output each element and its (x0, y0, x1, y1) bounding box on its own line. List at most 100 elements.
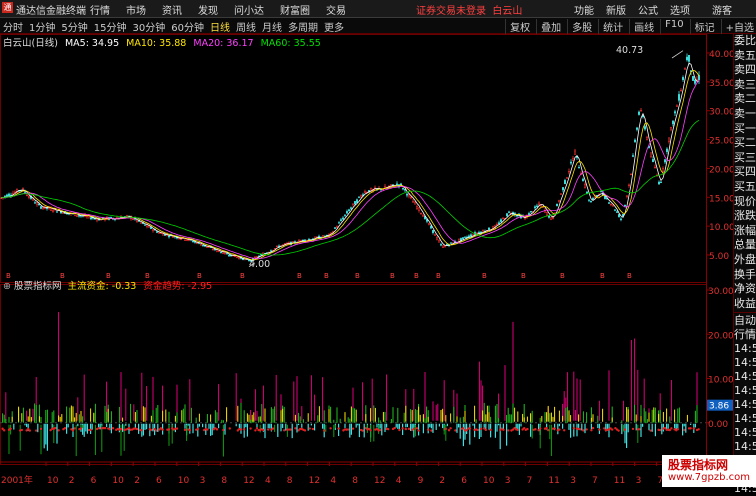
candle-body (488, 227, 490, 231)
candle-body (562, 187, 564, 191)
candle-body (422, 215, 424, 217)
candle-body (688, 54, 690, 62)
trend-dot (534, 428, 537, 431)
time-tick-label: 3 (505, 476, 511, 486)
tool-button-2[interactable]: 多股 (567, 19, 592, 34)
candle-body (664, 159, 666, 163)
trend-dot (489, 428, 492, 432)
period-tab-0[interactable]: 分时 (3, 19, 23, 34)
candle-body (384, 186, 386, 189)
menu-item-xinban[interactable]: 新版 (606, 2, 626, 17)
candle-body (534, 206, 536, 209)
tick-row-1[interactable]: 行情 (734, 328, 756, 342)
app-logo-icon: 通 (2, 2, 13, 13)
trend-dot (351, 427, 355, 430)
ma-legend-2: MA20: 36.17 (193, 38, 257, 49)
period-tab-10[interactable]: 更多 (324, 19, 344, 34)
low-price-label: 4.00 (249, 259, 271, 270)
stock-link[interactable]: 白云山 (492, 6, 522, 17)
trend-dot (323, 429, 326, 432)
candle-body (400, 183, 402, 185)
tool-button-6[interactable]: 标记 (689, 19, 715, 34)
candle-body (418, 207, 420, 211)
trend-dot (631, 427, 635, 431)
candle-body (618, 214, 620, 218)
candle-body (186, 239, 188, 241)
trend-dot (222, 428, 225, 432)
tick-row-0[interactable]: 自动 (734, 314, 756, 328)
menu-item-hangqing[interactable]: 行情 (90, 2, 110, 17)
menu-item-wenxiaoda[interactable]: 问小达 (234, 2, 264, 17)
candle-body (158, 232, 160, 234)
tool-button-4[interactable]: 画线 (629, 19, 654, 34)
trend-dot (249, 427, 252, 430)
quote-field-16: 换手 (734, 267, 756, 281)
candle-body (556, 203, 558, 207)
period-tab-2[interactable]: 5分钟 (61, 19, 87, 34)
candle-body (458, 239, 460, 242)
login-notice[interactable]: 证券交易未登录 白云山 (416, 2, 522, 17)
period-tab-3[interactable]: 15分钟 (94, 19, 127, 34)
candle-body (634, 139, 636, 142)
trend-dot (347, 428, 350, 431)
tick-row-2: 14:5 (734, 342, 756, 356)
tool-button-3[interactable]: 统计 (598, 19, 623, 34)
tool-button-0[interactable]: 复权 (505, 19, 530, 34)
kline-chart-area[interactable]: BBBBBBBBBBBBBBBBB 40.0035.0030.0025.0020… (0, 34, 733, 487)
period-tab-8[interactable]: 月线 (262, 19, 282, 34)
candle-body (464, 236, 466, 238)
menu-item-shichang[interactable]: 市场 (126, 2, 146, 17)
main-menu: 行情 市场 资讯 发现 问小达 财富圈 交易 (90, 2, 346, 17)
menu-item-faxian[interactable]: 发现 (198, 2, 218, 17)
period-tab-5[interactable]: 60分钟 (171, 19, 204, 34)
period-tab-1[interactable]: 1分钟 (29, 19, 55, 34)
trend-dot (617, 429, 620, 432)
candle-body (584, 184, 586, 188)
time-tick-label: 11 (548, 476, 559, 486)
tick-row-8: 14:5 (734, 426, 756, 440)
trend-dot (401, 427, 404, 430)
candle-body (344, 214, 346, 216)
trend-dot (484, 428, 487, 432)
period-tab-9[interactable]: 多周期 (288, 19, 318, 34)
candle-body (658, 181, 660, 185)
time-tick-label: 8 (287, 476, 293, 486)
tool-button-1[interactable]: 叠加 (536, 19, 561, 34)
period-tabs: 分时 1分钟 5分钟 15分钟 30分钟 60分钟 日线 周线 月线 多周期 更多 (3, 19, 344, 34)
time-tick-label: 2 (134, 476, 140, 486)
candle-body (152, 229, 154, 231)
quote-field-9: 买四 (734, 165, 756, 179)
candle-body (24, 191, 26, 193)
period-tab-6[interactable]: 日线 (210, 19, 230, 34)
user-label[interactable]: 游客 (712, 2, 732, 17)
period-tab-7[interactable]: 周线 (236, 19, 256, 34)
time-tick-label: 7 (527, 476, 533, 486)
menu-item-zixun[interactable]: 资讯 (162, 2, 182, 17)
trend-dot (689, 427, 692, 430)
menu-item-gongneng[interactable]: 功能 (574, 2, 594, 17)
indicator-tick-label: 0.00 (708, 420, 728, 430)
candle-body (626, 195, 628, 197)
menu-item-xuanxiang[interactable]: 选项 (670, 2, 690, 17)
candle-body (354, 201, 356, 205)
time-tick-label: 12 (243, 476, 254, 486)
candle-body (196, 242, 198, 245)
candle-body (574, 150, 576, 155)
menu-item-caifuquan[interactable]: 财富圈 (280, 2, 310, 17)
period-tab-4[interactable]: 30分钟 (132, 19, 165, 34)
candle-body (76, 215, 78, 217)
menu-item-gongshi[interactable]: 公式 (638, 2, 658, 17)
app-title: 通达信金融终端 (16, 6, 86, 17)
trend-dot (649, 429, 652, 432)
trend-dot (108, 428, 112, 431)
trend-dot (39, 427, 43, 431)
tool-button-7[interactable]: +自选 (720, 19, 754, 34)
quote-field-5: 卖一 (734, 106, 756, 120)
candle-body (684, 68, 686, 70)
indicator-expand-icon[interactable]: ⊕ (3, 281, 11, 292)
indicator-name[interactable]: 股票指标网 (14, 281, 62, 292)
trend-dot (20, 428, 23, 432)
trend-dot (468, 427, 471, 430)
menu-item-jiaoyi[interactable]: 交易 (326, 2, 346, 17)
tool-button-5[interactable]: F10 (660, 19, 684, 34)
